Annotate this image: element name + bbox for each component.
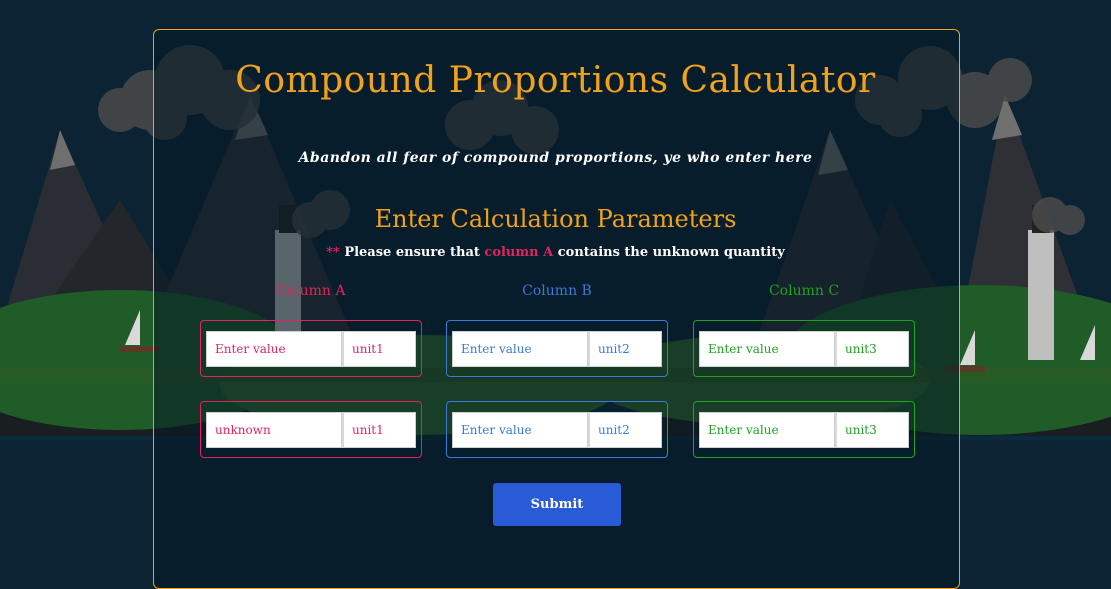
note-text-before: Please ensure that: [339, 245, 485, 260]
column-a-row-1-unit-input[interactable]: [342, 330, 416, 367]
column-a-row-2: [200, 401, 422, 458]
column-a-row-2-unit-input[interactable]: [342, 411, 416, 448]
column-b-row-2-unit-input[interactable]: [588, 411, 662, 448]
column-c-row-1-unit-input[interactable]: [835, 330, 909, 367]
column-c-row-2-value-input[interactable]: [699, 411, 835, 448]
column-b-row-2-value-input[interactable]: [452, 411, 588, 448]
note-asterisks: **: [326, 245, 340, 260]
section-title: Enter Calculation Parameters: [374, 205, 737, 233]
column-c-row-2-unit-input[interactable]: [835, 411, 909, 448]
column-b-row-1-unit-input[interactable]: [588, 330, 662, 367]
column-a-row-1-value-input[interactable]: [206, 330, 342, 367]
note-column-a: column A: [484, 245, 554, 260]
column-b-label: Column B: [522, 283, 592, 299]
column-b-row-1: [446, 320, 668, 377]
column-a-row-1: [200, 320, 422, 377]
column-c-label: Column C: [768, 283, 840, 299]
column-c-row-1-value-input[interactable]: [699, 330, 835, 367]
column-c-row-2: [693, 401, 915, 458]
column-b-row-2: [446, 401, 668, 458]
note-text-after: contains the unknown quantity: [553, 245, 785, 260]
column-c-row-1: [693, 320, 915, 377]
column-a-row-2-value-input[interactable]: [206, 411, 342, 448]
submit-button[interactable]: Submit: [493, 483, 621, 526]
column-b-row-1-value-input[interactable]: [452, 330, 588, 367]
page-title: Compound Proportions Calculator: [235, 60, 876, 101]
page-subtitle: Abandon all fear of compound proportions…: [298, 150, 813, 166]
instruction-note: ** Please ensure that column A contains …: [0, 245, 1111, 260]
column-a-label: Column A: [276, 283, 346, 299]
